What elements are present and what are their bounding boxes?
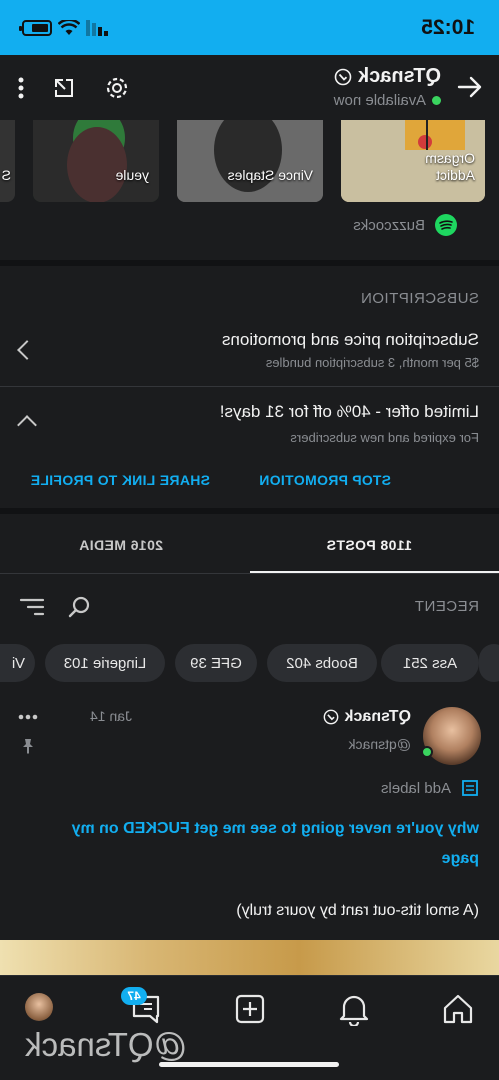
artist-photo-icon — [33, 120, 159, 202]
post-author-handle: @qtsnack — [348, 736, 411, 752]
music-card[interactable]: yeule — [33, 120, 159, 202]
battery-icon — [22, 20, 52, 36]
music-card-label: Orgasm Addict — [425, 150, 475, 184]
add-post-icon[interactable] — [233, 992, 267, 1026]
notifications-bell-icon[interactable] — [337, 992, 371, 1026]
status-bar: 10:25 — [0, 0, 499, 55]
availability-status: Available now — [334, 92, 441, 109]
post-author[interactable]: QTsnack — [323, 708, 411, 726]
chip-partial[interactable] — [479, 644, 499, 682]
online-dot — [432, 96, 441, 105]
watermark-text: @QTsnack — [25, 1026, 187, 1063]
home-icon[interactable] — [441, 992, 475, 1026]
tabs-divider — [0, 573, 499, 574]
music-card[interactable]: S — [0, 120, 15, 202]
music-card[interactable]: Orgasm Addict — [341, 120, 485, 202]
music-artist-name: Buzzcocks — [353, 216, 425, 234]
status-time: 10:25 — [421, 16, 475, 39]
add-labels-text: Add labels — [380, 779, 451, 797]
section-divider — [0, 508, 499, 514]
chip-ass[interactable]: Ass 251 — [381, 644, 479, 682]
section-divider — [0, 260, 499, 266]
online-dot — [421, 746, 433, 758]
post-author-name: QTsnack — [344, 708, 411, 725]
post-title: why you're never going to see me get FUC… — [71, 820, 479, 867]
profile-name-text: QTsnack — [358, 65, 441, 87]
tab-posts[interactable]: 1108 POSTS — [326, 537, 412, 553]
subscription-section-title: SUBSCRIPTION — [360, 290, 479, 307]
availability-text: Available now — [333, 92, 426, 109]
spotify-icon — [435, 214, 457, 236]
chip-gfe[interactable]: GFE 39 — [175, 644, 257, 682]
sort-label[interactable]: RECENT — [414, 598, 479, 615]
chip-partial[interactable]: Vi — [0, 644, 35, 682]
stop-promotion-button[interactable]: STOP PROMOTION — [259, 472, 391, 488]
chip-boobs[interactable]: Boobs 402 — [267, 644, 377, 682]
music-card[interactable]: Vince Staples — [177, 120, 323, 202]
avatar[interactable] — [423, 707, 481, 765]
share-link-button[interactable]: SHARE LINK TO PROFILE — [31, 472, 211, 488]
music-card-label: yeule — [115, 167, 149, 184]
limited-offer-title[interactable]: Limited offer - 40% off for 31 days! — [220, 402, 479, 422]
chevron-up-icon[interactable] — [17, 415, 37, 435]
search-icon[interactable] — [67, 595, 91, 619]
signal-icon — [86, 20, 108, 36]
more-options-icon[interactable] — [18, 77, 24, 99]
home-indicator — [159, 1062, 339, 1067]
music-card-label: S — [1, 167, 11, 184]
subscription-price-subtitle: $5 per month, 3 subscription bundles — [265, 355, 479, 370]
messages-count-badge: 47 — [121, 987, 147, 1005]
app-screen: 10:25 QTsnack Available now Orgasm Addic… — [0, 0, 499, 1080]
limited-offer-subtitle: For expired and new subscribers — [290, 430, 479, 445]
verified-badge-icon — [334, 68, 352, 85]
verified-badge-icon — [323, 709, 338, 725]
status-icons — [22, 19, 108, 37]
header-actions — [18, 75, 130, 101]
chip-lingerie[interactable]: Lingerie 103 — [45, 644, 165, 682]
post-body: (A smol tits-out rant by yours truly) — [236, 902, 479, 919]
post-date: Jan 14 — [90, 708, 133, 724]
music-source[interactable]: Buzzcocks — [353, 214, 457, 236]
profile-name: QTsnack — [334, 65, 441, 88]
post-more-icon[interactable] — [18, 714, 38, 720]
chevron-right-icon[interactable] — [17, 340, 37, 360]
wifi-icon — [58, 20, 80, 35]
filter-icon[interactable] — [19, 596, 45, 618]
label-icon — [462, 780, 478, 796]
artist-photo-icon — [177, 120, 323, 202]
music-cards: Orgasm Addict Vince Staples yeule S — [0, 120, 499, 204]
share-icon[interactable] — [52, 76, 76, 100]
music-card-label: Vince Staples — [227, 167, 313, 184]
row-divider — [0, 386, 499, 387]
settings-gear-icon[interactable] — [104, 75, 130, 101]
subscription-price-title[interactable]: Subscription price and promotions — [222, 330, 479, 350]
pin-icon[interactable] — [20, 738, 36, 754]
add-labels-button[interactable]: Add labels — [381, 779, 479, 797]
back-arrow-icon[interactable] — [457, 75, 483, 99]
post-image[interactable] — [0, 940, 499, 980]
label-chips: Ass 251 Boobs 402 GFE 39 Lingerie 103 Vi — [0, 644, 499, 682]
profile-header: QTsnack Available now — [0, 55, 499, 120]
profile-avatar-tab[interactable] — [25, 993, 53, 1021]
tab-media[interactable]: 2016 MEDIA — [79, 537, 163, 553]
